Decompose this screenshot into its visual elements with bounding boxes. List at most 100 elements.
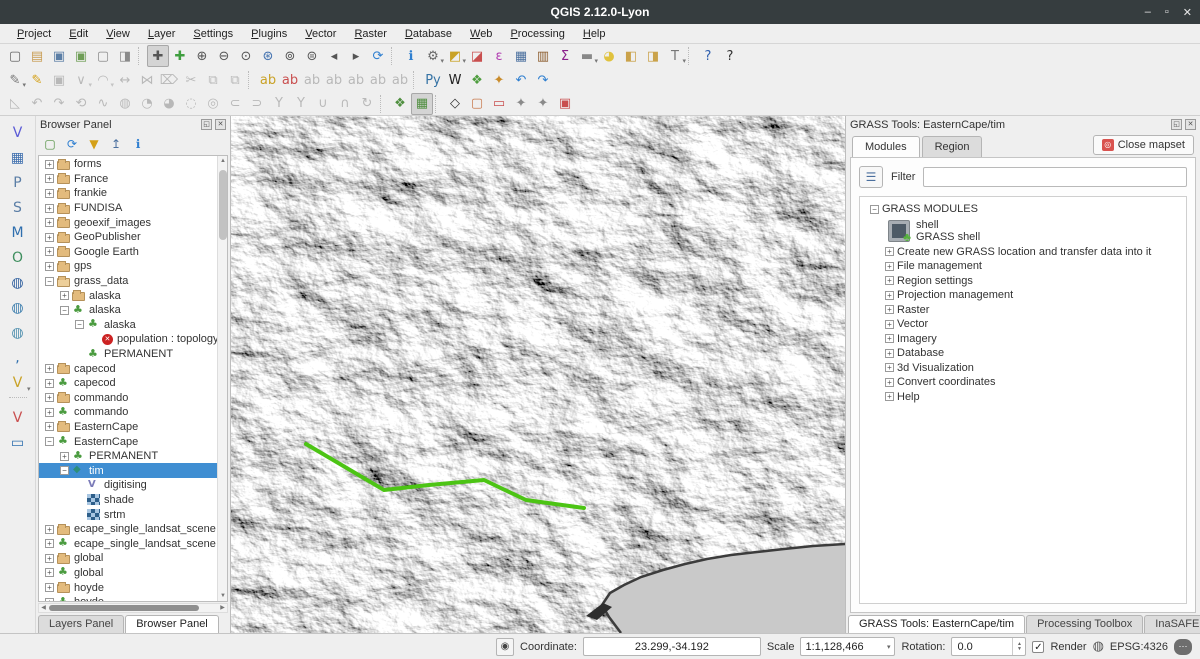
label-properties-icon[interactable]: ab xyxy=(389,69,411,91)
delete-selected-icon[interactable]: ⌦ xyxy=(158,69,180,91)
expander-icon[interactable]: + xyxy=(885,291,894,300)
tree-item[interactable]: − grass_data xyxy=(39,274,217,289)
wkt-tool-icon[interactable]: W xyxy=(444,69,466,91)
menu-item[interactable]: Layer xyxy=(139,26,185,42)
expander-icon[interactable]: − xyxy=(45,277,54,286)
offset-curve-icon[interactable]: ⊂ xyxy=(224,93,246,115)
tree-item[interactable]: − tim xyxy=(39,463,217,478)
expander-icon[interactable]: + xyxy=(885,334,894,343)
toggle-editing-icon[interactable]: ✎ xyxy=(26,69,48,91)
identify-features-icon[interactable]: ℹ xyxy=(400,45,422,67)
expander-icon[interactable]: − xyxy=(45,437,54,446)
expander-icon[interactable]: + xyxy=(45,539,54,548)
zoom-in-icon[interactable]: ⊕ xyxy=(191,45,213,67)
label-move-icon[interactable]: ab xyxy=(345,69,367,91)
new-project-icon[interactable]: ▢ xyxy=(4,45,26,67)
add-spatialite-layer-icon[interactable]: S xyxy=(5,195,31,220)
deselect-features-icon[interactable]: ◪ xyxy=(466,45,488,67)
menu-item[interactable]: Help xyxy=(574,26,615,42)
expander-icon[interactable]: + xyxy=(45,583,54,592)
messages-icon[interactable]: ⋯ xyxy=(1174,639,1192,655)
label-pin-icon[interactable]: ab xyxy=(301,69,323,91)
expander-icon[interactable]: + xyxy=(885,392,894,401)
expander-icon[interactable]: + xyxy=(45,525,54,534)
expander-icon[interactable]: + xyxy=(45,598,54,601)
merge-attributes-icon[interactable]: ∩ xyxy=(334,93,356,115)
measure-icon[interactable]: ▬ xyxy=(576,45,598,67)
expander-icon[interactable]: + xyxy=(45,379,54,388)
tree-item[interactable]: − alaska xyxy=(39,318,217,333)
field-calculator-icon[interactable]: ▥ xyxy=(532,45,554,67)
add-wcs-layer-icon[interactable]: ◍ xyxy=(5,295,31,320)
node-tool-icon[interactable]: ⋈ xyxy=(136,69,158,91)
expander-icon[interactable]: + xyxy=(60,452,69,461)
expander-icon[interactable]: + xyxy=(45,422,54,431)
minimize-button[interactable]: – xyxy=(1145,6,1151,18)
module-group[interactable]: + Database xyxy=(864,346,1182,361)
collapse-all-icon[interactable]: ↥ xyxy=(106,134,126,154)
dock-tab[interactable]: GRASS Tools: EasternCape/tim xyxy=(848,615,1025,633)
new-bookmark-icon[interactable]: ◧ xyxy=(620,45,642,67)
tree-item[interactable]: + hoyde xyxy=(39,580,217,595)
expander-icon[interactable]: + xyxy=(885,276,894,285)
zoom-to-selection-icon[interactable]: ⊜ xyxy=(301,45,323,67)
menu-item[interactable]: Database xyxy=(396,26,461,42)
tree-item[interactable]: digitising xyxy=(39,478,217,493)
zoom-to-layer-icon[interactable]: ⊚ xyxy=(279,45,301,67)
module-group[interactable]: + 3d Visualization xyxy=(864,361,1182,376)
tree-item[interactable]: + commando xyxy=(39,405,217,420)
expander-icon[interactable]: + xyxy=(60,291,69,300)
expander-icon[interactable]: + xyxy=(885,378,894,387)
menu-item[interactable]: Raster xyxy=(345,26,395,42)
tree-item[interactable]: + forms xyxy=(39,157,217,172)
current-edits-icon[interactable]: ✎ xyxy=(4,69,26,91)
panel-float-icon[interactable]: ◱ xyxy=(1171,119,1182,130)
add-wfs-layer-icon[interactable]: ◍ xyxy=(5,320,31,345)
refresh-browser-icon[interactable]: ⟳ xyxy=(62,134,82,154)
tree-item[interactable]: + France xyxy=(39,172,217,187)
zoom-out-icon[interactable]: ⊖ xyxy=(213,45,235,67)
render-checkbox[interactable]: ✓ xyxy=(1032,641,1044,653)
map-tips-icon[interactable]: ◕ xyxy=(598,45,620,67)
expander-icon[interactable]: + xyxy=(885,262,894,271)
expander-icon[interactable]: − xyxy=(60,466,69,475)
plugin-tools-icon[interactable]: ✦ xyxy=(488,69,510,91)
add-postgis-layer-icon[interactable]: P xyxy=(5,170,31,195)
tree-item[interactable]: srtm xyxy=(39,507,217,522)
undo-icon[interactable]: ↶ xyxy=(26,93,48,115)
expander-icon[interactable]: + xyxy=(885,349,894,358)
inasafe-keywords-icon[interactable]: ▢ xyxy=(466,93,488,115)
merge-features-icon[interactable]: ∪ xyxy=(312,93,334,115)
add-feature-icon[interactable]: ∨ xyxy=(70,69,92,91)
open-project-icon[interactable]: ▤ xyxy=(26,45,48,67)
expander-icon[interactable]: + xyxy=(45,364,54,373)
inasafe-wizard-icon[interactable]: ▭ xyxy=(488,93,510,115)
expander-icon[interactable]: + xyxy=(45,233,54,242)
select-by-expression-icon[interactable]: ε xyxy=(488,45,510,67)
pan-to-selection-icon[interactable]: ✚ xyxy=(169,45,191,67)
epsg-status[interactable]: EPSG:4326 xyxy=(1110,641,1168,653)
paste-features-icon[interactable]: ⧉ xyxy=(224,69,246,91)
tree-item[interactable]: + capecod xyxy=(39,361,217,376)
delete-part-icon[interactable]: ◎ xyxy=(202,93,224,115)
module-group[interactable]: + Vector xyxy=(864,317,1182,332)
rotation-spinner[interactable]: 0.0 ▲ ▼ xyxy=(951,637,1026,656)
python-console-icon[interactable]: Py xyxy=(422,69,444,91)
pan-map-icon[interactable]: ✚ xyxy=(147,45,169,67)
menu-item[interactable]: Processing xyxy=(501,26,573,42)
add-part-icon[interactable]: ◔ xyxy=(136,93,158,115)
properties-icon[interactable]: ℹ xyxy=(128,134,148,154)
fill-ring-icon[interactable]: ◕ xyxy=(158,93,180,115)
tree-item[interactable]: + global xyxy=(39,551,217,566)
coordinate-toggle-icon[interactable]: ◉ xyxy=(496,638,514,656)
filter-browser-icon[interactable]: ▼ xyxy=(84,134,104,154)
split-parts-icon[interactable]: Y xyxy=(268,93,290,115)
browser-vertical-scrollbar[interactable]: ▲ ▼ xyxy=(217,156,227,601)
dock-tab[interactable]: InaSAFE 3.2.2 xyxy=(1144,615,1200,633)
inasafe-options-icon[interactable]: ✦ xyxy=(510,93,532,115)
scrollbar-thumb[interactable] xyxy=(219,170,227,240)
inasafe-shakemap-icon[interactable]: ▣ xyxy=(554,93,576,115)
reshape-features-icon[interactable]: ⊃ xyxy=(246,93,268,115)
label-show-hide-icon[interactable]: ab xyxy=(323,69,345,91)
tree-item[interactable]: + GeoPublisher xyxy=(39,230,217,245)
